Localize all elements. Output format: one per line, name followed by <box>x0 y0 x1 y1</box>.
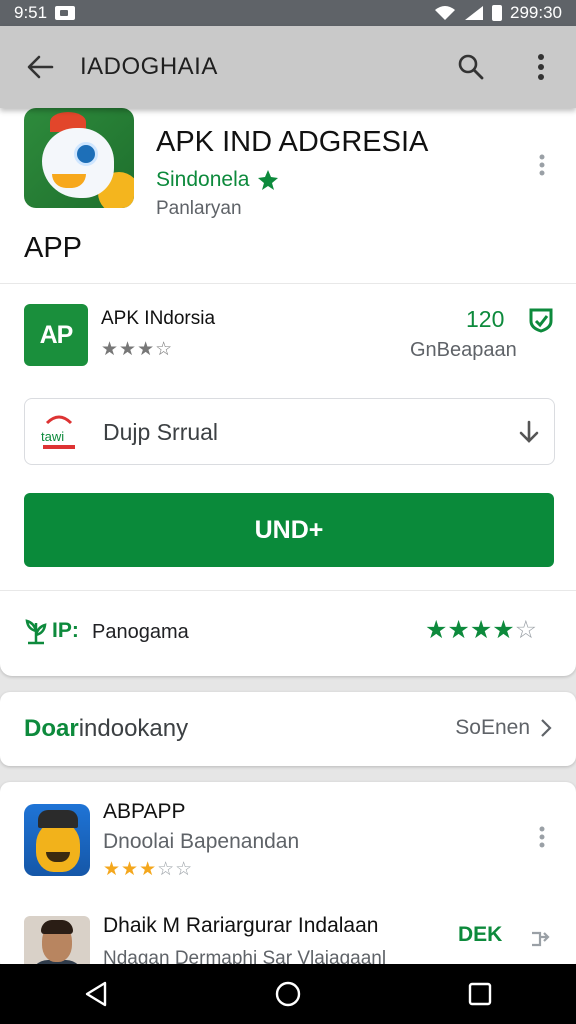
share-icon[interactable] <box>526 923 552 949</box>
list-item-name[interactable]: Dhaik M Rariargurar Indalaan <box>103 914 378 938</box>
app-bar: IADOGHAIA <box>0 26 576 108</box>
leaf-icon <box>25 619 47 645</box>
section-heading: APP <box>24 232 83 264</box>
developer-name: Sindonela <box>156 168 250 191</box>
hat-shape <box>38 810 78 828</box>
nav-back-button[interactable] <box>56 964 136 1024</box>
eye-shape <box>74 142 98 166</box>
more-vert-icon <box>539 154 545 176</box>
developer-link[interactable]: Sindonela <box>156 168 279 192</box>
tip-rating-empty: ☆ <box>514 616 538 644</box>
section-title-rest: indookany <box>78 715 189 742</box>
featured-app-rating: ★★★☆ <box>101 339 174 360</box>
section-title: Doarindookany <box>24 715 188 743</box>
nav-recents-button[interactable] <box>440 964 520 1024</box>
hero-more-button[interactable] <box>528 150 556 180</box>
shield-badge-icon <box>529 308 553 333</box>
list-item-name[interactable]: ABPAPP <box>103 800 185 824</box>
featured-app-count: 120 <box>466 306 505 332</box>
featured-app-name[interactable]: APK INdorsia <box>101 308 215 330</box>
tip-rating-full: ★★★★ <box>425 616 515 644</box>
face-shape <box>36 822 80 872</box>
status-bar: 9:51 299:30 <box>0 0 576 26</box>
list-item-rating: ★★★☆☆ <box>103 858 193 881</box>
divider <box>0 590 576 591</box>
tip-text: Panogama <box>92 621 189 643</box>
install-button[interactable]: UND+ <box>24 493 554 567</box>
nav-home-button[interactable] <box>248 964 328 1024</box>
download-option[interactable]: tawi Dujp Srrual <box>24 398 555 465</box>
list-item-rating-full: ★★★ <box>103 859 158 880</box>
triangle-back-icon <box>85 981 107 1007</box>
app-title: APK IND ADGRESIA <box>156 126 429 158</box>
app-category: Panlaryan <box>156 198 242 219</box>
back-button[interactable] <box>0 26 80 108</box>
divider <box>0 283 576 284</box>
list-app-icon[interactable] <box>24 804 90 876</box>
hair-shape <box>41 920 73 934</box>
search-button[interactable] <box>436 26 506 108</box>
overflow-menu-button[interactable] <box>506 26 576 108</box>
gallery-notification-icon <box>55 6 76 20</box>
featured-app-icon[interactable]: AP <box>24 304 88 366</box>
system-nav-bar <box>0 964 576 1024</box>
wifi-icon <box>435 6 455 20</box>
battery-icon <box>492 5 502 21</box>
shop-logo-text: tawi <box>41 429 64 444</box>
download-arrow-icon <box>519 420 539 443</box>
see-more-label: SoEnen <box>455 716 530 739</box>
signal-icon <box>465 6 483 20</box>
search-icon <box>458 54 484 80</box>
status-time-left: 9:51 <box>14 3 48 22</box>
section-header-card: Doarindookany SoEnen <box>0 692 576 766</box>
verified-badge-icon <box>258 170 279 190</box>
app-list-card: ABPAPP Dnoolai Bapenandan ★★★☆☆ Dhaik M … <box>0 782 576 972</box>
download-option-label: Dujp Srrual <box>103 419 219 445</box>
page-title: IADOGHAIA <box>80 53 218 80</box>
square-recents-icon <box>468 982 492 1006</box>
circle-home-icon <box>275 981 301 1007</box>
list-item-rating-empty: ☆☆ <box>157 859 194 880</box>
see-more-link[interactable]: SoEnen <box>455 716 552 740</box>
back-arrow-icon <box>27 55 54 79</box>
tip-label: IP: <box>52 619 79 642</box>
featured-app-subtitle: GnBeapaan <box>410 339 517 361</box>
shop-logo-icon: tawi <box>41 415 75 449</box>
list-item-developer: Dnoolai Bapenandan <box>103 830 300 853</box>
more-vert-icon <box>538 54 544 80</box>
status-time-right: 299:30 <box>510 3 562 22</box>
section-title-highlight: Doar <box>24 715 79 742</box>
tip-rating: ★★★★☆ <box>425 615 537 645</box>
list-item-more-button[interactable] <box>528 822 556 852</box>
app-icon[interactable] <box>24 108 134 208</box>
more-vert-icon <box>539 826 545 848</box>
chevron-right-icon <box>541 719 552 737</box>
list-item-tag: DEK <box>458 923 503 946</box>
